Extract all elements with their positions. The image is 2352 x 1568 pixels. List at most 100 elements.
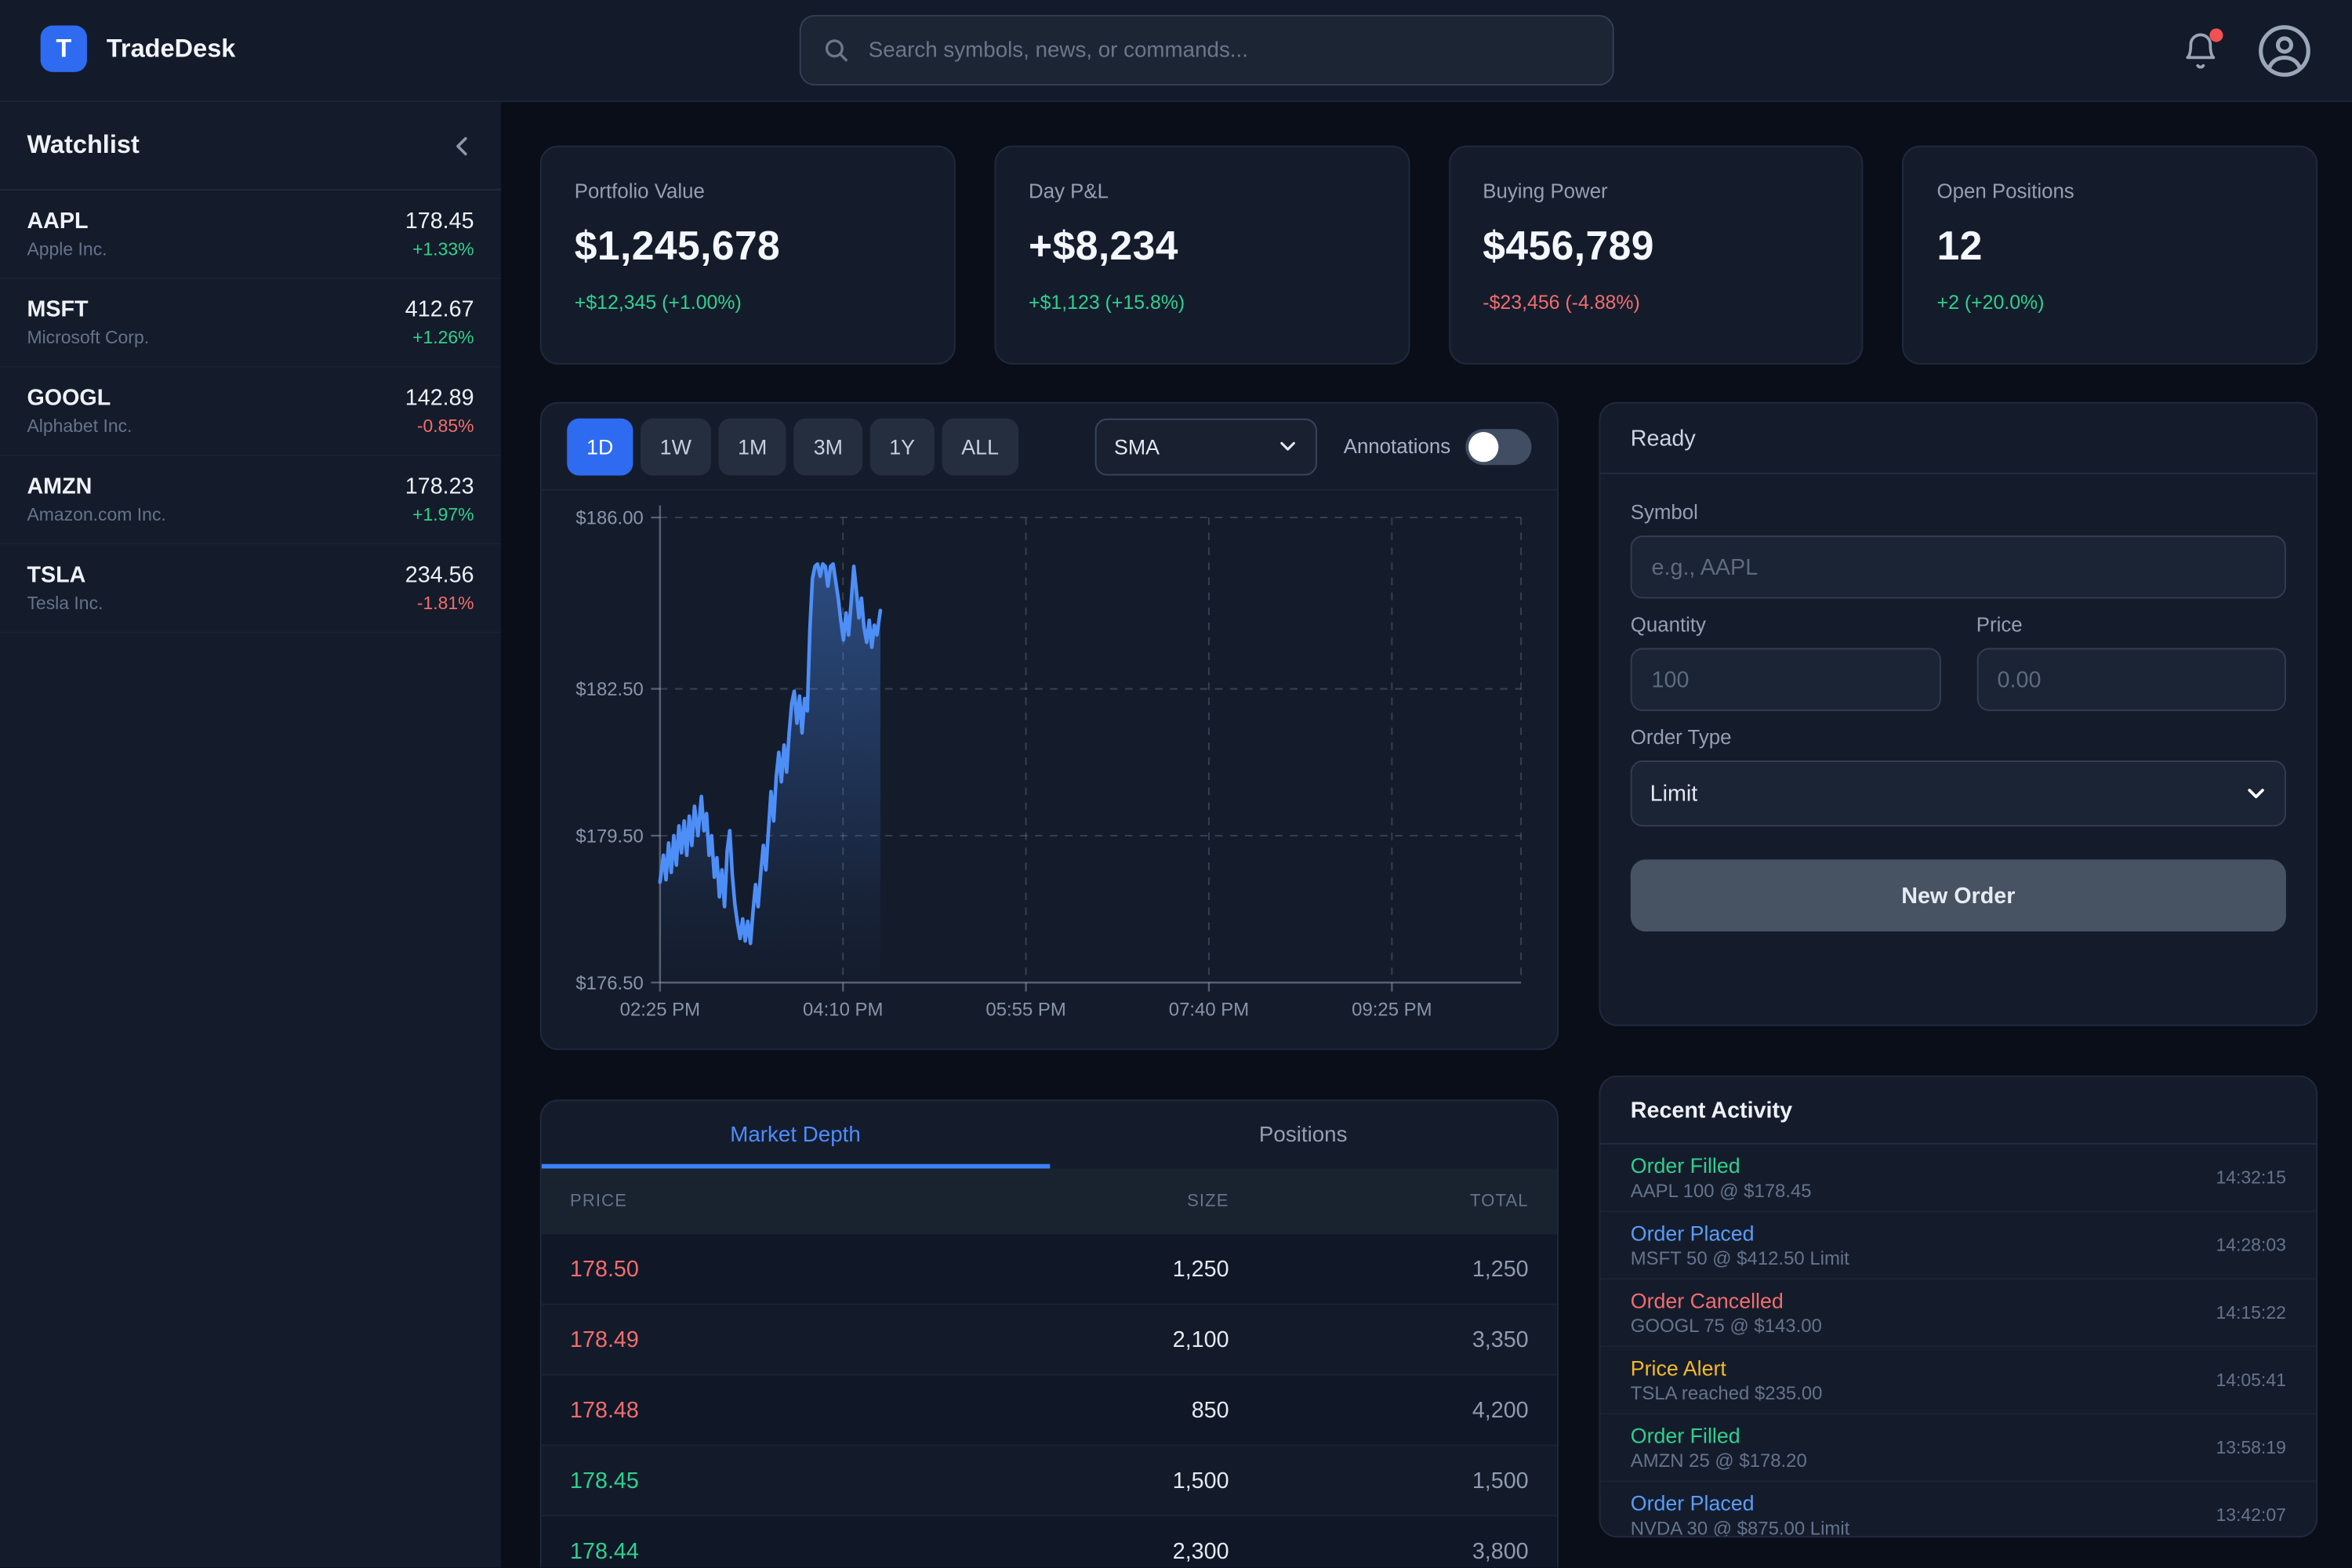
collapse-chevron-left-icon[interactable] bbox=[452, 134, 474, 157]
price-field[interactable] bbox=[1976, 648, 2286, 711]
stat-change: +2 (+20.0%) bbox=[1937, 291, 2283, 314]
depth-row[interactable]: 178.442,3003,800 bbox=[542, 1516, 1557, 1567]
depth-price: 178.44 bbox=[570, 1538, 929, 1564]
stats-row: Portfolio Value$1,245,678+$12,345 (+1.00… bbox=[540, 146, 2318, 365]
watchlist-item-tsla[interactable]: TSLA Tesla Inc. 234.56 -1.81% bbox=[0, 545, 501, 633]
depth-size: 2,100 bbox=[930, 1327, 1229, 1352]
watchlist-item-info: AAPLApple Inc. bbox=[27, 209, 107, 260]
activity-time: 14:28:03 bbox=[2216, 1235, 2285, 1256]
activity-item: Order FilledAMZN 25 @ $178.2013:58:19 bbox=[1600, 1414, 2316, 1482]
activity-item-info: Order FilledAAPL 100 @ $178.45 bbox=[1631, 1153, 1812, 1201]
watchlist-item-msft[interactable]: MSFTMicrosoft Corp.412.67+1.26% bbox=[0, 279, 501, 368]
symbol-field[interactable] bbox=[1631, 535, 2286, 598]
timeframe-group: 1D1W1M3M1YALL bbox=[567, 418, 1018, 475]
timeframe-button-all[interactable]: ALL bbox=[942, 418, 1018, 475]
annotations-toggle[interactable] bbox=[1465, 428, 1531, 464]
activity-item-info: Order PlacedMSFT 50 @ $412.50 Limit bbox=[1631, 1221, 1849, 1269]
activity-detail: AAPL 100 @ $178.45 bbox=[1631, 1181, 1812, 1202]
timeframe-button-1m[interactable]: 1M bbox=[718, 418, 786, 475]
stat-card-open-positions: Open Positions12+2 (+20.0%) bbox=[1903, 146, 2318, 365]
chevron-down-icon bbox=[1278, 437, 1298, 456]
activity-item: Order FilledAAPL 100 @ $178.4514:32:15 bbox=[1600, 1145, 2316, 1212]
depth-size: 1,250 bbox=[930, 1256, 1229, 1282]
activity-event: Price Alert bbox=[1631, 1356, 1823, 1381]
watchlist-symbol: AMZN bbox=[27, 474, 165, 500]
depth-row[interactable]: 178.501,2501,250 bbox=[542, 1235, 1557, 1305]
tab-positions[interactable]: Positions bbox=[1049, 1101, 1557, 1168]
watchlist-price: 234.56 bbox=[405, 562, 474, 588]
activity-detail: AMZN 25 @ $178.20 bbox=[1631, 1450, 1807, 1472]
svg-text:09:25 PM: 09:25 PM bbox=[1352, 999, 1432, 1020]
timeframe-button-1d[interactable]: 1D bbox=[567, 418, 633, 475]
watchlist-change: -1.81% bbox=[417, 593, 474, 614]
watchlist-change: +1.33% bbox=[412, 238, 474, 260]
svg-text:$179.50: $179.50 bbox=[575, 826, 643, 848]
stat-change: +$12,345 (+1.00%) bbox=[575, 291, 920, 314]
watchlist-item-googl[interactable]: GOOGLAlphabet Inc. 142.89 -0.85% bbox=[0, 368, 501, 456]
price-chart[interactable]: $186.00$182.50$179.50$176.5002:25 PM04:1… bbox=[542, 491, 1560, 1052]
watchlist-price: 142.89 bbox=[405, 386, 474, 412]
activity-time: 14:15:22 bbox=[2216, 1302, 2285, 1323]
watchlist-title: Watchlist bbox=[27, 130, 139, 160]
activity-event: Order Filled bbox=[1631, 1424, 1807, 1448]
watchlist-item-info: AMZNAmazon.com Inc. bbox=[27, 474, 165, 525]
watchlist-quote: 178.23 +1.97% bbox=[405, 474, 474, 525]
activity-event: Order Placed bbox=[1631, 1491, 1850, 1515]
quantity-field[interactable] bbox=[1631, 648, 1940, 711]
stat-change: -$23,456 (-4.88%) bbox=[1483, 291, 1828, 314]
watchlist-item-info: GOOGLAlphabet Inc. bbox=[27, 386, 132, 437]
watchlist-change: -0.85% bbox=[417, 416, 474, 437]
watchlist-symbol: TSLA bbox=[27, 562, 103, 588]
watchlist-company: Tesla Inc. bbox=[27, 593, 103, 614]
depth-row[interactable]: 178.451,5001,500 bbox=[542, 1446, 1557, 1516]
annotations-label: Annotations bbox=[1344, 435, 1450, 458]
watchlist-item-info: TSLA Tesla Inc. bbox=[27, 562, 103, 613]
depth-size: 2,300 bbox=[930, 1538, 1229, 1564]
depth-row[interactable]: 178.492,1003,350 bbox=[542, 1305, 1557, 1376]
avatar-button[interactable] bbox=[2256, 23, 2314, 80]
chevron-down-icon bbox=[2245, 783, 2267, 804]
activity-item: Order CancelledGOOGL 75 @ $143.0014:15:2… bbox=[1600, 1279, 2316, 1347]
svg-text:$186.00: $186.00 bbox=[575, 508, 643, 529]
activity-panel: Recent Activity Order FilledAAPL 100 @ $… bbox=[1599, 1076, 2318, 1537]
depth-price: 178.50 bbox=[570, 1256, 929, 1282]
order-type-select[interactable]: Limit bbox=[1631, 760, 2286, 826]
watchlist-symbol: AAPL bbox=[27, 209, 107, 234]
svg-text:04:10 PM: 04:10 PM bbox=[803, 999, 883, 1020]
notifications-button[interactable] bbox=[2181, 31, 2220, 71]
depth-total: 3,800 bbox=[1229, 1538, 1529, 1564]
search-bar[interactable] bbox=[800, 15, 1614, 85]
new-order-button[interactable]: New Order bbox=[1631, 859, 2286, 931]
svg-text:$182.50: $182.50 bbox=[575, 679, 643, 700]
search-input[interactable] bbox=[866, 37, 1592, 64]
watchlist-item-amzn[interactable]: AMZNAmazon.com Inc. 178.23 +1.97% bbox=[0, 456, 501, 545]
timeframe-button-1y[interactable]: 1Y bbox=[869, 418, 935, 475]
symbol-label: Symbol bbox=[1631, 501, 2286, 524]
stat-card-buying-power: Buying Power$456,789-$23,456 (-4.88%) bbox=[1448, 146, 1864, 365]
depth-table-body: 178.501,2501,250178.492,1003,350178.4885… bbox=[542, 1235, 1557, 1568]
depth-price: 178.48 bbox=[570, 1397, 929, 1423]
depth-price: 178.45 bbox=[570, 1468, 929, 1494]
timeframe-button-3m[interactable]: 3M bbox=[794, 418, 862, 475]
timeframe-button-1w[interactable]: 1W bbox=[641, 418, 711, 475]
order-status: Ready bbox=[1600, 404, 2316, 474]
watchlist-item-aapl[interactable]: AAPLApple Inc.178.45+1.33% bbox=[0, 191, 501, 279]
column-size: SIZE bbox=[930, 1192, 1229, 1210]
watchlist-price: 178.23 bbox=[405, 474, 474, 500]
order-panel: Ready Symbol Quantity Price Order Type L… bbox=[1599, 402, 2318, 1026]
tradedesk-app: T TradeDesk Watchlist AAPLApple Inc.178.… bbox=[0, 0, 2352, 1567]
indicator-select[interactable]: SMA bbox=[1094, 418, 1316, 475]
watchlist-change: +1.97% bbox=[412, 504, 474, 525]
activity-event: Order Cancelled bbox=[1631, 1289, 1822, 1313]
activity-list: Order FilledAAPL 100 @ $178.4514:32:15Or… bbox=[1600, 1145, 2316, 1537]
activity-item-info: Price AlertTSLA reached $235.00 bbox=[1631, 1356, 1823, 1404]
activity-item: Order PlacedNVDA 30 @ $875.00 Limit13:42… bbox=[1600, 1482, 2316, 1537]
tab-market-depth[interactable]: Market Depth bbox=[542, 1101, 1050, 1168]
topbar: T TradeDesk bbox=[0, 0, 2352, 102]
svg-text:07:40 PM: 07:40 PM bbox=[1169, 999, 1249, 1020]
depth-row[interactable]: 178.488504,200 bbox=[542, 1375, 1557, 1446]
column-total: TOTAL bbox=[1229, 1192, 1529, 1210]
watchlist-symbol: GOOGL bbox=[27, 386, 132, 412]
activity-item: Order PlacedMSFT 50 @ $412.50 Limit 14:28… bbox=[1600, 1212, 2316, 1279]
quantity-label: Quantity bbox=[1631, 614, 1940, 637]
